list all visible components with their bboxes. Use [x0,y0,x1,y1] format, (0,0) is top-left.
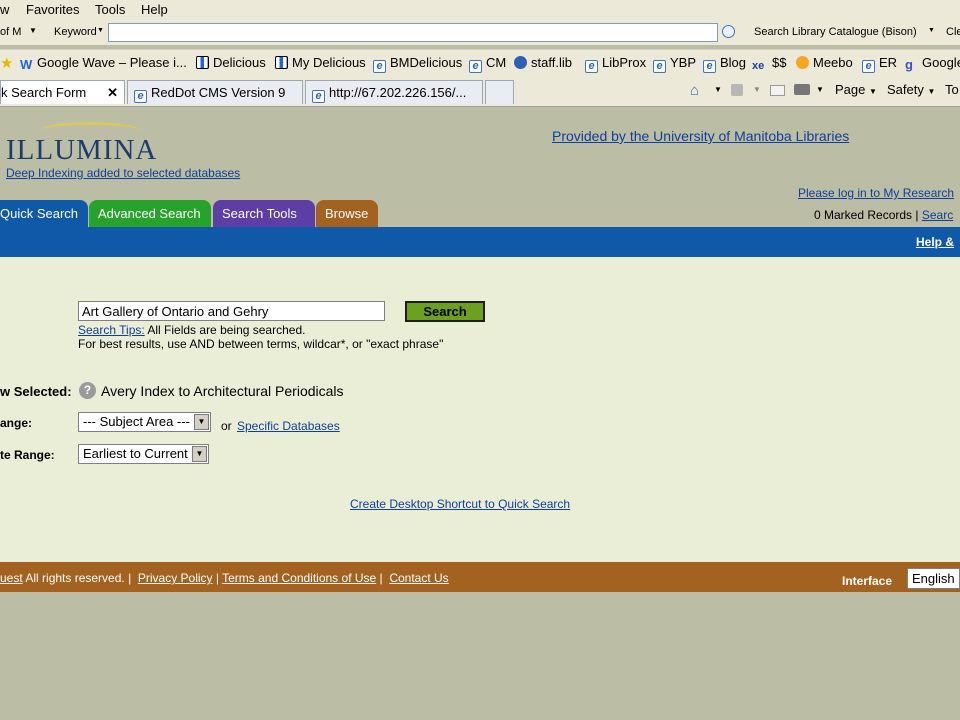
chevron-down-icon[interactable]: ▼ [97,27,104,34]
new-tab-button[interactable] [485,80,514,104]
search-history-link[interactable]: Searc [922,208,953,222]
print-icon[interactable] [794,84,810,95]
deep-indexing-link[interactable]: Deep Indexing added to selected database… [6,166,240,180]
safety-menu[interactable]: Safety ▼ [887,82,935,97]
menu-bar: w Favorites Tools Help [0,0,960,21]
browser-tab[interactable]: k Search Form ✕ [0,80,125,104]
chevron-down-icon: ▼ [194,414,209,430]
browser-tab[interactable]: e http://67.202.226.156/... [305,80,483,104]
ie-page-icon: e [653,60,666,73]
provider-link[interactable]: Provided by the University of Manitoba L… [552,128,849,144]
ie-page-icon: e [585,60,598,73]
home-icon[interactable]: ⌂ [690,82,699,99]
subject-area-select[interactable]: --- Subject Area --- ▼ [78,412,211,432]
specific-databases-link[interactable]: Specific Databases [237,419,340,433]
meebo-icon [796,56,809,69]
favorite-item[interactable]: e ER [862,55,897,73]
favorites-bar: ★ W Google Wave – Please i... Delicious M… [0,49,960,76]
google-icon: g [905,57,913,72]
tab-quick-search[interactable]: Quick Search [0,200,88,228]
login-link[interactable]: Please log in to My Research [798,186,954,200]
xe-icon: xe [752,60,765,72]
tab-browse[interactable]: Browse [316,200,378,228]
favorite-item[interactable]: Delicious [196,55,266,70]
ie-page-icon: e [134,90,147,103]
illumina-logo: ILLUMINA [6,134,158,166]
search-button[interactable]: Search [405,301,485,322]
menu-help[interactable]: Help [141,2,168,17]
terms-link[interactable]: Terms and Conditions of Use [222,571,376,585]
search-tips-link[interactable]: Search Tips: [78,323,145,337]
now-selected-label: w Selected: [0,384,72,399]
ie-page-icon: e [469,60,482,73]
chevron-down-icon: ▼ [192,446,207,462]
copyright-link[interactable]: uest [0,571,23,585]
range-label: ange: [0,416,33,430]
menu-view[interactable]: w [0,2,9,17]
ie-page-icon: e [703,60,716,73]
language-select[interactable]: English [907,568,960,589]
nav-bar: Help & [0,227,960,257]
favorites-star-icon[interactable]: ★ [0,54,13,72]
footer-links: uest All rights reserved. | Privacy Poli… [0,571,449,585]
ie-page-icon: e [862,60,875,73]
keyword-dropdown[interactable]: Keyword [54,26,97,38]
date-range-select[interactable]: Earliest to Current ▼ [78,444,209,464]
ie-page-icon: e [373,60,386,73]
favorite-item[interactable]: staff.lib [514,55,572,70]
address-input[interactable] [108,23,718,42]
best-results-hint: For best results, use AND between terms,… [78,337,444,351]
tools-menu[interactable]: To [945,82,959,97]
interface-label: Interface [842,574,893,588]
favorite-item[interactable]: e Blog [703,55,746,73]
marked-records: 0 Marked Records | Searc [814,208,954,222]
chevron-down-icon[interactable]: ▼ [714,85,722,94]
help-icon[interactable]: ? [79,382,96,399]
search-input[interactable]: Art Gallery of Ontario and Gehry [78,301,385,321]
toolbar-right-label[interactable]: Cle [946,26,960,38]
favorite-item[interactable]: e YBP [653,55,696,73]
date-range-label: te Range: [0,448,55,462]
search-tips: Search Tips: All Fields are being search… [78,323,306,337]
browser-tab-bar: k Search Form ✕ e RedDot CMS Version 9 eh… [0,76,960,107]
mail-icon[interactable] [770,85,785,96]
chevron-down-icon[interactable]: ▼ [816,85,824,94]
footer: uest All rights reserved. | Privacy Poli… [0,562,960,592]
ie-page-icon: e [312,90,325,103]
or-text: or [221,419,232,433]
chevron-down-icon[interactable]: ▼ [753,85,761,94]
search-go-icon[interactable] [722,25,735,38]
chevron-down-icon[interactable]: ▼ [29,26,37,35]
favorite-item[interactable]: e CM [469,55,506,73]
desktop-shortcut-link[interactable]: Create Desktop Shortcut to Quick Search [350,497,570,511]
search-engine-label[interactable]: Search Library Catalogue (Bison) [754,26,917,38]
privacy-policy-link[interactable]: Privacy Policy [138,571,213,585]
globe-icon [514,56,527,69]
contact-us-link[interactable]: Contact Us [389,571,448,585]
favorite-item[interactable]: Meebo [796,55,853,70]
menu-tools[interactable]: Tools [95,2,125,17]
favorite-item[interactable]: xe $$ [752,55,786,73]
delicious-icon [275,56,288,69]
favorite-item[interactable]: My Delicious [275,55,366,70]
selected-database: Avery Index to Architectural Periodicals [101,383,344,399]
browser-tab[interactable]: e RedDot CMS Version 9 [127,80,303,104]
page-menu[interactable]: Page ▼ [835,82,877,97]
tab-search-tools[interactable]: Search Tools [213,200,315,228]
feeds-icon[interactable] [731,84,743,96]
help-link[interactable]: Help & [916,235,954,249]
favorite-item[interactable]: e BMDelicious [373,55,462,73]
favorite-item[interactable]: g Google [905,55,960,72]
menu-favorites[interactable]: Favorites [26,2,79,17]
favorite-item[interactable]: e LibProx [585,55,646,73]
tab-advanced-search[interactable]: Advanced Search [89,200,211,228]
toolbar-left-label[interactable]: of M [0,26,21,38]
google-wave-icon: W [20,57,33,72]
favorite-item[interactable]: W Google Wave – Please i... [20,55,187,72]
close-icon[interactable]: ✕ [107,81,118,104]
delicious-icon [196,56,209,69]
chevron-down-icon[interactable]: ▼ [928,27,935,34]
